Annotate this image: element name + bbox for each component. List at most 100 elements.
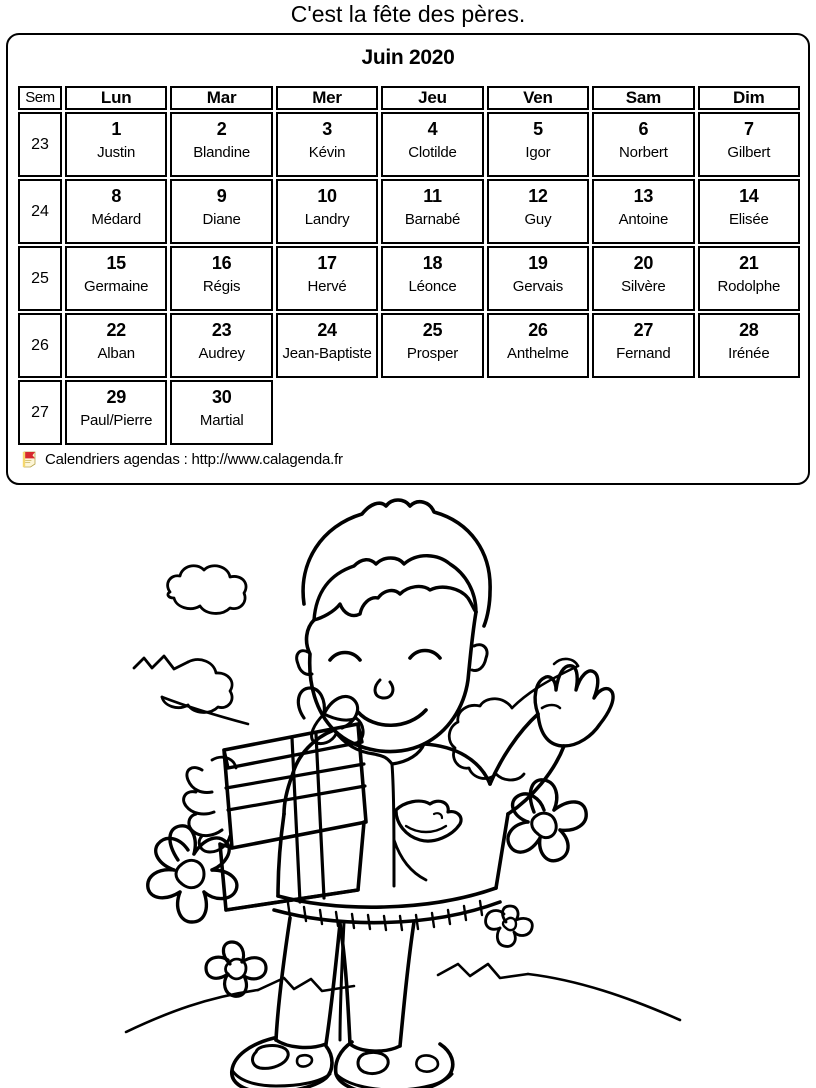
calendar-week-row: 27 29 Paul/Pierre 30 Martial (18, 380, 800, 445)
day-cell[interactable]: 11 Barnabé (381, 179, 484, 244)
week-number-cell: 26 (18, 313, 62, 378)
day-cell[interactable]: 27 Fernand (592, 313, 695, 378)
day-saint-name: Anthelme (507, 345, 569, 362)
day-saint-name: Jean-Baptiste (282, 345, 372, 362)
day-cell[interactable]: 24 Jean-Baptiste (275, 313, 379, 378)
day-saint-name: Fernand (616, 345, 671, 362)
day-cell[interactable]: 4 Clotilde (381, 112, 484, 177)
header-day-ven: Ven (486, 86, 590, 110)
day-number: 8 (111, 186, 122, 206)
day-cell[interactable]: 12 Guy (486, 179, 590, 244)
page-title: C'est la fête des pères. (290, 1, 526, 27)
boy-with-gift-waving-icon (124, 498, 682, 1088)
day-cell[interactable]: 2 Blandine (170, 112, 273, 177)
day-number: 22 (106, 320, 126, 340)
day-cell[interactable]: 29 Paul/Pierre (64, 380, 168, 445)
day-cell[interactable]: 20 Silvère (592, 246, 695, 311)
day-cell[interactable]: 19 Gervais (486, 246, 590, 311)
day-saint-name: Irénée (728, 345, 770, 362)
day-saint-name: Landry (304, 211, 350, 228)
day-number: 9 (216, 186, 227, 206)
day-saint-name: Diane (202, 211, 241, 228)
day-cell-empty (276, 380, 378, 445)
header-day-sam: Sam (592, 86, 695, 110)
header-day-mer: Mer (275, 86, 379, 110)
day-saint-name: Paul/Pierre (80, 412, 153, 429)
calendar-coloring-page: C'est la fête des pères. Juin 2020 Sem L… (0, 0, 816, 1088)
day-cell[interactable]: 15 Germaine (64, 246, 168, 311)
day-number: 15 (106, 253, 126, 273)
day-cell[interactable]: 1 Justin (64, 112, 168, 177)
day-number: 4 (427, 119, 438, 139)
day-cell[interactable]: 28 Irénée (697, 313, 801, 378)
day-saint-name: Rodolphe (717, 278, 781, 295)
day-cell[interactable]: 30 Martial (170, 380, 273, 445)
day-saint-name: Gilbert (727, 144, 771, 161)
day-cell[interactable]: 18 Léonce (381, 246, 484, 311)
week-number-cell: 25 (18, 246, 62, 311)
day-saint-name: Martial (199, 412, 244, 429)
day-number: 30 (212, 387, 232, 407)
day-cell[interactable]: 26 Anthelme (486, 313, 590, 378)
day-cell[interactable]: 5 Igor (486, 112, 590, 177)
day-cell[interactable]: 7 Gilbert (697, 112, 801, 177)
day-cell[interactable]: 25 Prosper (381, 313, 484, 378)
calendar-footer: Calendriers agendas : http://www.calagen… (22, 449, 343, 469)
day-number: 6 (638, 119, 649, 139)
day-number: 24 (317, 320, 337, 340)
day-saint-name: Léonce (408, 278, 457, 295)
day-number: 17 (317, 253, 337, 273)
day-number: 7 (743, 119, 754, 139)
day-cell-empty (487, 380, 589, 445)
day-cell[interactable]: 21 Rodolphe (697, 246, 801, 311)
day-saint-name: Gervais (512, 278, 564, 295)
day-saint-name: Prosper (406, 345, 459, 362)
day-saint-name: Clotilde (408, 144, 457, 161)
day-saint-name: Audrey (198, 345, 245, 362)
day-number: 25 (422, 320, 443, 340)
day-saint-name: Barnabé (404, 211, 461, 228)
day-number: 16 (211, 253, 232, 273)
calendar-week-row: 25 15 Germaine 16 Régis 17 Hervé 18 Léonce 19 Gerv… (18, 246, 801, 311)
day-number: 11 (423, 186, 442, 206)
day-cell[interactable]: 8 Médard (64, 179, 168, 244)
day-number: 29 (106, 387, 127, 407)
day-cell[interactable]: 9 Diane (170, 179, 273, 244)
header-day-mar: Mar (170, 86, 273, 110)
day-saint-name: Silvère (621, 278, 666, 295)
day-number: 21 (739, 253, 759, 273)
day-saint-name: Blandine (193, 144, 250, 161)
day-saint-name: Justin (97, 144, 136, 161)
day-cell[interactable]: 13 Antoine (592, 179, 695, 244)
day-cell[interactable]: 22 Alban (64, 313, 168, 378)
day-saint-name: Alban (97, 345, 135, 362)
day-saint-name: Régis (202, 278, 241, 295)
day-cell[interactable]: 23 Audrey (170, 313, 273, 378)
day-number: 27 (633, 320, 654, 340)
week-number-cell: 23 (18, 112, 62, 177)
day-cell-empty (698, 380, 800, 445)
day-saint-name: Kévin (308, 144, 346, 161)
day-number: 12 (528, 186, 548, 206)
day-number: 1 (111, 119, 122, 139)
day-cell[interactable]: 16 Régis (170, 246, 273, 311)
week-number-cell: 24 (18, 179, 62, 244)
week-number-cell: 27 (18, 380, 62, 445)
calendar-week-row: 24 8 Médard 9 Diane 10 Landry 11 Barnabé 12 Guy 13 A… (18, 179, 801, 244)
day-cell[interactable]: 10 Landry (275, 179, 379, 244)
footer-credit-text: Calendriers agendas : http://www.calagen… (45, 450, 343, 468)
day-saint-name: Norbert (619, 144, 668, 161)
day-cell[interactable]: 17 Hervé (275, 246, 379, 311)
day-number: 23 (211, 320, 232, 340)
day-cell[interactable]: 3 Kévin (275, 112, 379, 177)
day-cell[interactable]: 6 Norbert (592, 112, 695, 177)
month-title: Juin 2020 (361, 46, 455, 69)
header-day-jeu: Jeu (381, 86, 484, 110)
day-number: 19 (528, 253, 548, 273)
day-saint-name: Guy (524, 211, 552, 228)
header-day-lun: Lun (64, 86, 168, 110)
header-week-column: Sem (18, 86, 62, 110)
calendar-panel: Juin 2020 Sem Lun Mar Mer Jeu Ven Sam Di… (6, 33, 810, 485)
day-cell[interactable]: 14 Elisée (697, 179, 801, 244)
day-number: 10 (317, 186, 337, 206)
